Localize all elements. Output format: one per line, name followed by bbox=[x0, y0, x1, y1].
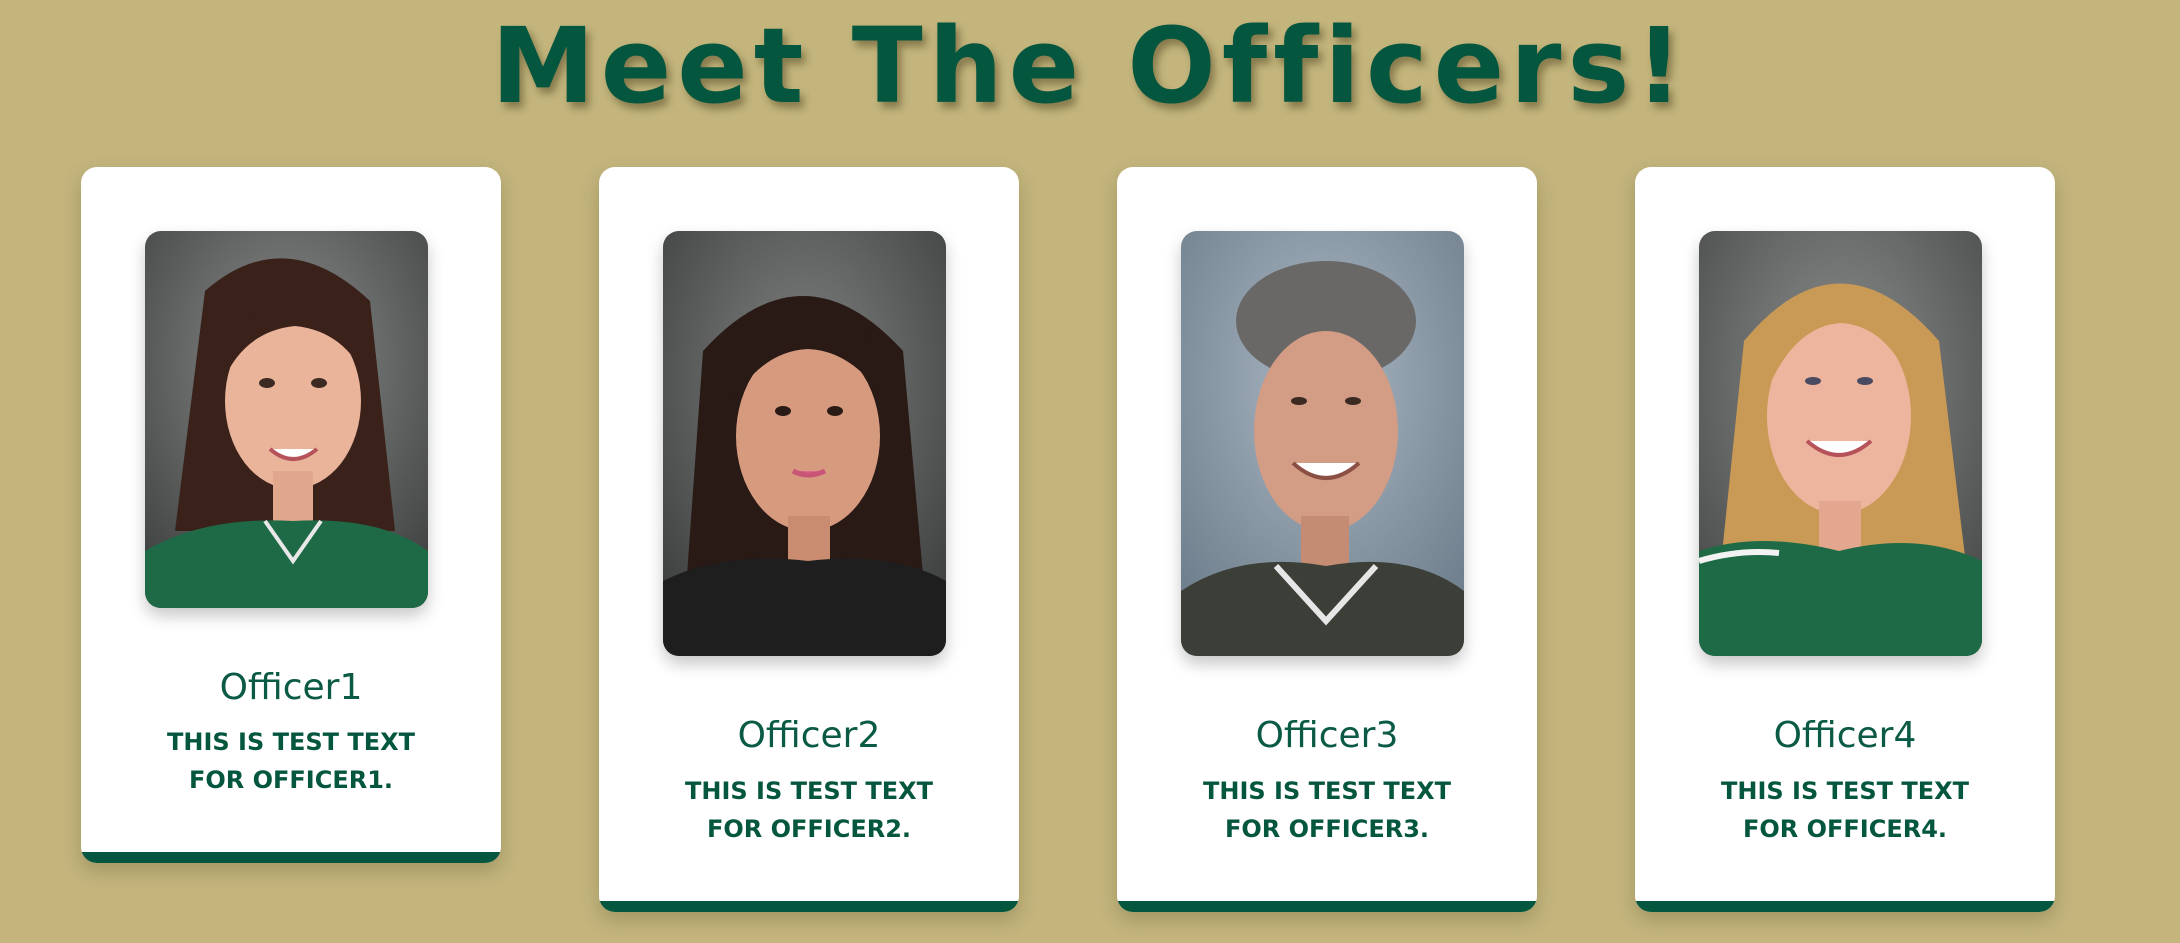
officer-description: THIS IS TEST TEXT FOR OFFICER4. bbox=[1695, 772, 1995, 848]
page-title: Meet The Officers! bbox=[491, 5, 1689, 127]
officer-description-line-2: FOR OFFICER2. bbox=[706, 815, 912, 843]
officer-name: Officer4 bbox=[1773, 715, 1917, 756]
officer-name: Officer2 bbox=[737, 715, 881, 756]
officer-description-line-1: THIS IS TEST TEXT bbox=[1720, 777, 1969, 805]
officer-description-line-2: FOR OFFICER1. bbox=[188, 766, 394, 794]
card-accent-bar bbox=[1635, 901, 2055, 912]
officer-name: Officer1 bbox=[219, 667, 363, 708]
officer-photo-3 bbox=[1181, 231, 1464, 656]
officer-card-1: Officer1 THIS IS TEST TEXT FOR OFFICER1. bbox=[81, 167, 501, 863]
officer-description: THIS IS TEST TEXT FOR OFFICER1. bbox=[141, 723, 441, 799]
officer-card-4: Officer4 THIS IS TEST TEXT FOR OFFICER4. bbox=[1635, 167, 2055, 912]
card-accent-bar bbox=[599, 901, 1019, 912]
officer-description-line-1: THIS IS TEST TEXT bbox=[1202, 777, 1451, 805]
officer-card-3: Officer3 THIS IS TEST TEXT FOR OFFICER3. bbox=[1117, 167, 1537, 912]
officer-description-line-2: FOR OFFICER3. bbox=[1224, 815, 1430, 843]
officer-description: THIS IS TEST TEXT FOR OFFICER3. bbox=[1177, 772, 1477, 848]
officer-photo-4 bbox=[1699, 231, 1982, 656]
officer-description: THIS IS TEST TEXT FOR OFFICER2. bbox=[659, 772, 959, 848]
officer-photo-1 bbox=[145, 231, 428, 608]
officer-card-2: Officer2 THIS IS TEST TEXT FOR OFFICER2. bbox=[599, 167, 1019, 912]
officer-description-line-1: THIS IS TEST TEXT bbox=[166, 728, 415, 756]
card-accent-bar bbox=[81, 852, 501, 863]
officer-description-line-1: THIS IS TEST TEXT bbox=[684, 777, 933, 805]
officer-photo-2 bbox=[663, 231, 946, 656]
card-accent-bar bbox=[1117, 901, 1537, 912]
officer-description-line-2: FOR OFFICER4. bbox=[1742, 815, 1948, 843]
officer-name: Officer3 bbox=[1255, 715, 1399, 756]
